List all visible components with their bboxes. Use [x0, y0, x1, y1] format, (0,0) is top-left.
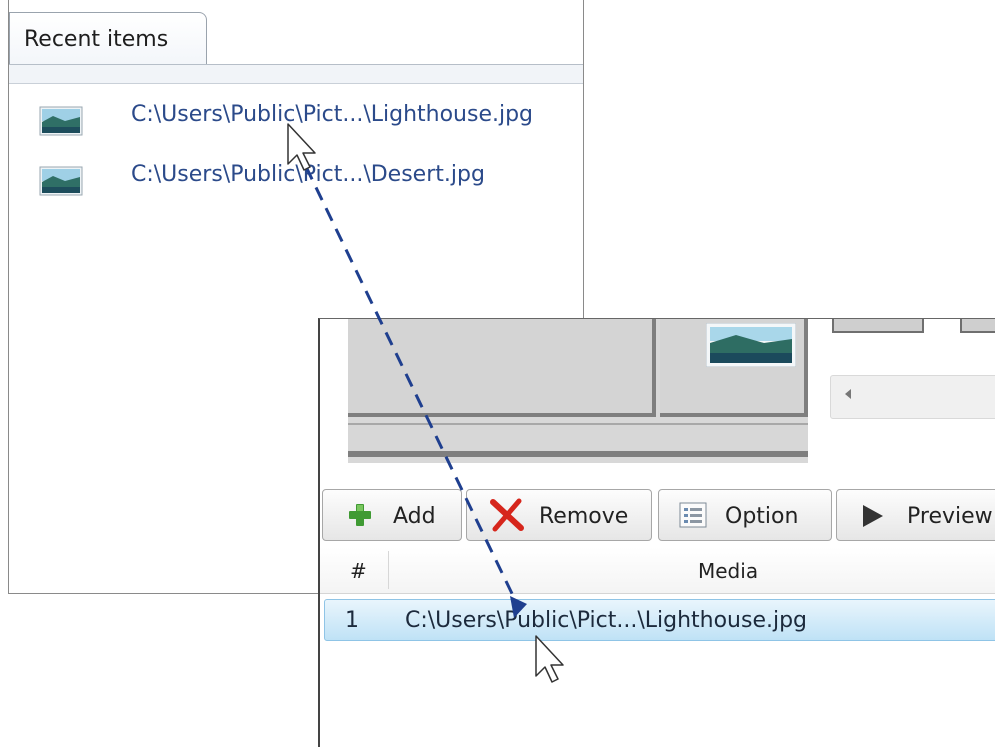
add-label: Add: [393, 504, 436, 529]
media-grid-header: # Media: [320, 547, 995, 594]
media-toolbar: Add Remove Option Preview: [322, 489, 995, 543]
option-button[interactable]: Option: [658, 489, 832, 541]
row-media-path: C:\Users\Public\Pict...\Lighthouse.jpg: [405, 608, 808, 633]
list-settings-icon: [679, 502, 707, 528]
preview-status-bar: [348, 423, 808, 457]
tab-strip: [9, 64, 583, 84]
column-divider[interactable]: [388, 551, 389, 589]
column-header-media[interactable]: Media: [698, 559, 758, 583]
plus-icon: [349, 504, 371, 526]
image-file-icon: [39, 166, 83, 196]
recent-item-path: C:\Users\Public\Pict...\Lighthouse.jpg: [131, 102, 534, 127]
tab-label: Recent items: [24, 27, 169, 52]
scroll-left-arrow-icon[interactable]: [845, 389, 851, 399]
option-label: Option: [725, 504, 799, 529]
table-row[interactable]: 1 C:\Users\Public\Pict...\Lighthouse.jpg: [324, 599, 995, 641]
image-file-icon: [39, 106, 83, 136]
preview-button[interactable]: Preview: [836, 489, 995, 541]
remove-button[interactable]: Remove: [466, 489, 652, 541]
media-window: Add Remove Option Preview # Media 1 C:\U…: [318, 318, 995, 747]
recent-item-path: C:\Users\Public\Pict...\Desert.jpg: [131, 162, 485, 187]
preview-label: Preview: [907, 504, 993, 529]
control-slot[interactable]: [960, 319, 995, 333]
horizontal-scrollbar[interactable]: [830, 375, 995, 419]
preview-area: [348, 319, 808, 463]
play-icon: [863, 505, 883, 527]
thumbnail-pane: [660, 319, 808, 417]
preview-pane: [348, 319, 656, 417]
tab-recent-items[interactable]: Recent items: [9, 12, 207, 64]
thumbnail-image[interactable]: [706, 323, 796, 367]
red-x-icon: [490, 498, 524, 532]
add-button[interactable]: Add: [322, 489, 462, 541]
control-slot[interactable]: [832, 319, 924, 333]
column-header-number[interactable]: #: [350, 559, 367, 583]
row-number: 1: [345, 608, 359, 633]
remove-label: Remove: [539, 504, 629, 529]
